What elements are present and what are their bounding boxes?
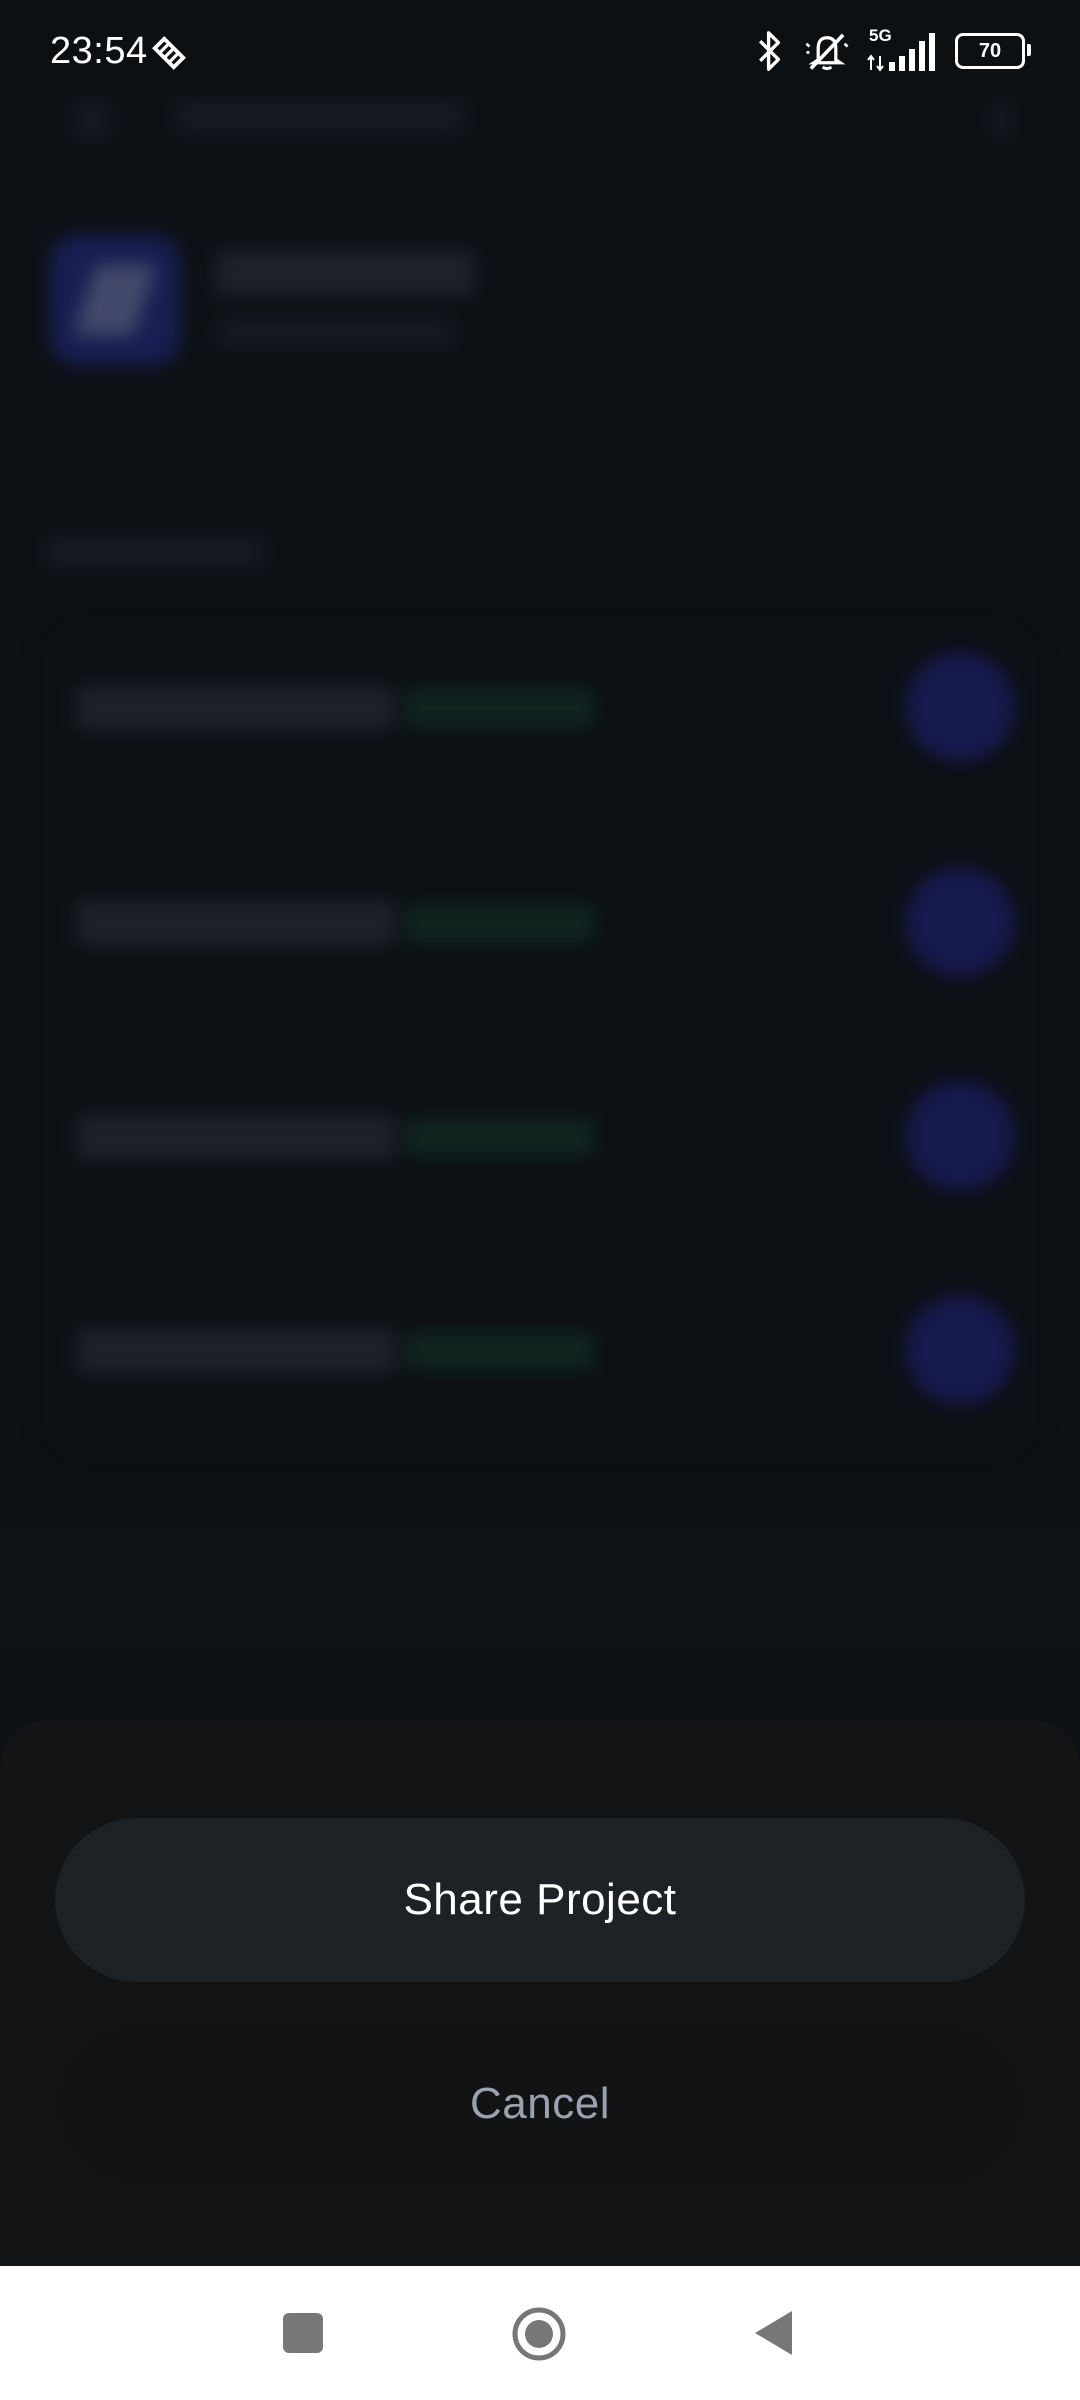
recents-icon[interactable] (283, 2313, 323, 2353)
battery-level: 70 (978, 39, 1002, 62)
signal-indicator: 5G (867, 26, 937, 72)
notification-shield-icon (152, 36, 186, 70)
bell-off-icon (805, 33, 849, 71)
action-bottom-sheet: Share Project Cancel (0, 1720, 1080, 2266)
status-bar: 23:54 5G 70 (0, 0, 1080, 96)
back-icon[interactable] (752, 2309, 796, 2357)
bluetooth-icon (759, 31, 781, 71)
status-time: 23:54 (50, 30, 148, 72)
navigation-bar (0, 2266, 1080, 2400)
signal-icon (867, 33, 935, 72)
cancel-button[interactable]: Cancel (55, 2022, 1025, 2186)
share-project-button[interactable]: Share Project (55, 1818, 1025, 1982)
battery-icon: 70 (955, 33, 1031, 69)
home-icon[interactable] (511, 2306, 567, 2362)
